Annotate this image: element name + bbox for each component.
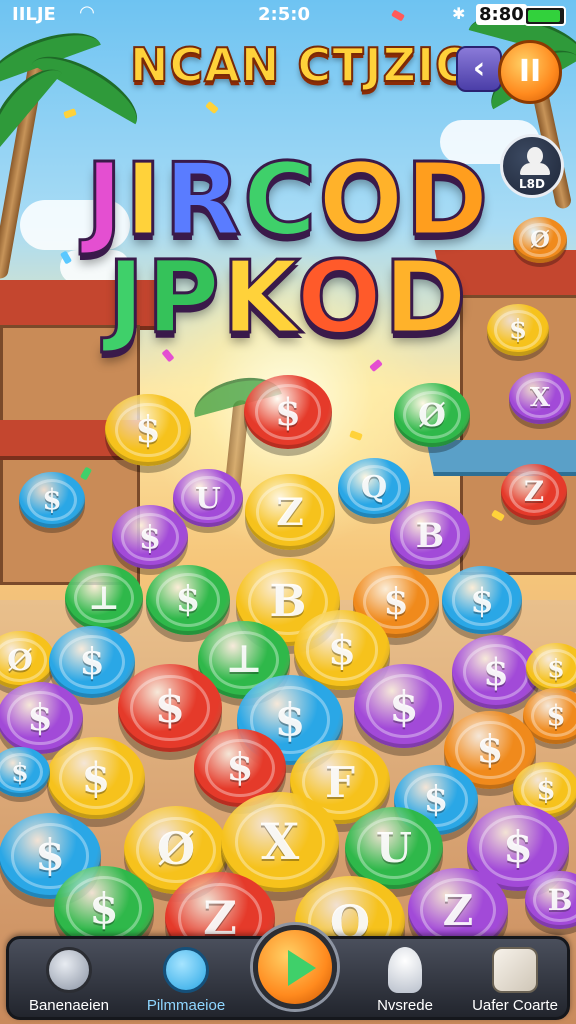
coin[interactable]: U [173, 468, 243, 528]
coin[interactable]: ⊥ [65, 565, 143, 631]
coin-glyph: $ [274, 693, 306, 746]
coin-glyph: Z [523, 475, 545, 509]
coin[interactable]: $ [244, 375, 332, 449]
coin-glyph: Ø [7, 642, 33, 678]
coin-pile[interactable]: $ $ Ø X U $ $ Z Q Z B $ ⊥ $ B $ Ø $ ⊥ Ø $ $ $ $ $ $ $ $ $ $ $ F $ $ $ $ $ Ø X U… [0, 0, 576, 1024]
coin-glyph: $ [536, 773, 556, 807]
coin[interactable]: $ [146, 564, 230, 636]
coin-glyph: $ [275, 389, 301, 434]
coin[interactable]: $ [118, 664, 222, 752]
coin-glyph: $ [226, 745, 254, 791]
coin-glyph: $ [138, 517, 162, 556]
coin-glyph: Ø [530, 226, 550, 253]
coin-glyph: $ [42, 483, 62, 517]
coin-glyph: ⊥ [88, 578, 120, 618]
nav-label-1: Pilmmaeioe [146, 997, 226, 1014]
coin-glyph: X [260, 812, 300, 872]
coin-glyph: $ [503, 822, 533, 873]
coin[interactable]: Ø [513, 217, 567, 263]
coin-glyph: Z [276, 489, 304, 534]
nav-label-2: Nvsrede [377, 997, 433, 1014]
coin-glyph: U [195, 480, 221, 516]
coin[interactable]: Z [501, 464, 567, 520]
coin[interactable]: X [509, 371, 571, 425]
coin-glyph: $ [135, 408, 161, 452]
coin[interactable]: $ [442, 566, 522, 634]
coin-glyph: $ [81, 753, 111, 803]
coin-glyph: B [415, 514, 445, 555]
coin-glyph: $ [35, 830, 65, 881]
nav-label-0: Banenaeien [28, 997, 110, 1014]
coin[interactable]: $ [112, 505, 188, 569]
person-icon [388, 947, 422, 993]
coin[interactable]: Ø [394, 383, 470, 447]
coin-glyph: Ø [418, 395, 446, 434]
coin[interactable]: $ [19, 472, 85, 528]
coin-glyph: $ [175, 579, 201, 621]
coin-glyph: B [547, 882, 573, 918]
coin[interactable]: $ [105, 393, 191, 467]
coin-glyph: $ [423, 779, 449, 821]
coin[interactable]: $ [487, 303, 549, 357]
coin-glyph: B [269, 576, 307, 628]
coin-glyph: $ [383, 580, 409, 624]
nav-label-3: Uafer Coarte [472, 997, 558, 1014]
coin-glyph: $ [547, 652, 565, 683]
coin[interactable]: Z [245, 474, 335, 550]
coin-glyph: $ [89, 883, 119, 933]
play-button[interactable] [253, 925, 337, 1009]
coin-glyph: $ [27, 696, 53, 740]
coin[interactable]: $ [354, 664, 454, 748]
coin[interactable]: $ [47, 736, 145, 820]
nav-item-0[interactable]: Banenaeien [9, 939, 129, 1017]
play-icon [288, 950, 316, 986]
coin-glyph: F [325, 757, 355, 807]
coin-glyph: $ [476, 727, 504, 773]
magnifier-icon [46, 947, 92, 993]
coin-glyph: X [529, 382, 551, 413]
coin[interactable]: Ø [0, 630, 55, 690]
coin[interactable]: Q [338, 457, 410, 519]
coin[interactable]: $ [0, 746, 50, 798]
coin-glyph: ⊥ [225, 637, 263, 683]
bubble-icon [163, 947, 209, 993]
nav-item-1[interactable]: Pilmmaeioe [121, 939, 251, 1017]
coin-glyph: $ [327, 625, 357, 674]
coin-glyph: $ [508, 314, 528, 345]
coin[interactable]: B [390, 501, 470, 569]
coin-glyph: Q [360, 470, 388, 506]
nav-item-3[interactable]: Uafer Coarte [457, 939, 573, 1017]
bottom-navigation: Banenaeien Pilmmaeioe Nvsrede Uafer Coar… [6, 925, 573, 1020]
coin-glyph: $ [483, 649, 509, 694]
coin-glyph: U [376, 823, 412, 873]
coin-glyph: Z [442, 885, 474, 935]
coin-glyph: $ [546, 699, 566, 733]
coin-glyph: $ [11, 756, 29, 787]
cube-face-icon [492, 947, 538, 993]
coin-glyph: $ [154, 682, 186, 734]
coin-glyph: Ø [156, 824, 196, 876]
nav-item-2[interactable]: Nvsrede [345, 939, 465, 1017]
coin-glyph: $ [470, 579, 494, 620]
coin-glyph: $ [79, 640, 105, 684]
coin-glyph: $ [389, 681, 419, 731]
